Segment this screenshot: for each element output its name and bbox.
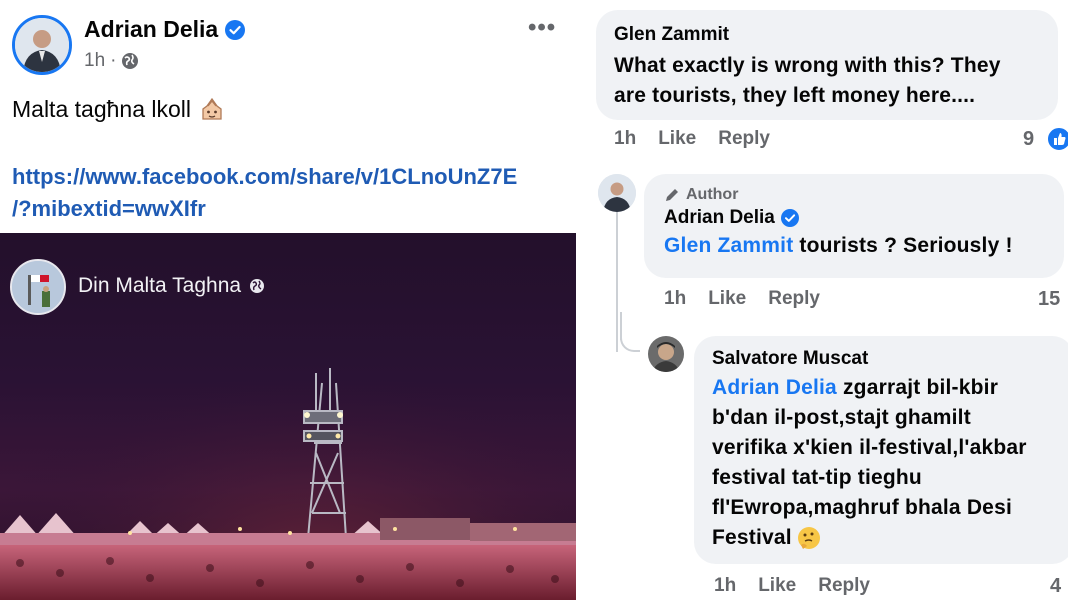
reply-avatar[interactable] [648, 336, 684, 372]
reply-author-label[interactable]: Adrian Delia [664, 207, 775, 229]
shared-page-label[interactable]: Din Malta Taghna [78, 274, 241, 298]
like-button[interactable]: Like [758, 575, 796, 597]
reply-bubble[interactable]: Author Adrian Delia Glen Zammit tourists… [644, 174, 1064, 278]
post-author-label[interactable]: Adrian Delia [84, 16, 218, 43]
reply-text-line: zgarrajt bil-kbir [836, 376, 999, 399]
post-author-name[interactable]: Adrian Delia [84, 16, 246, 43]
reply-button[interactable]: Reply [718, 128, 770, 150]
reply-text-line: fl'Ewropa,maghruf bhala Desi [712, 496, 1012, 519]
emoji-icon [202, 97, 222, 120]
comment-text: What exactly is wrong with this? They ar… [614, 51, 1054, 111]
reply-time[interactable]: 1h [714, 575, 736, 597]
comment-actions: 1h Like Reply [614, 128, 770, 150]
globe-icon [122, 53, 139, 69]
reply-text: Adrian Delia zgarrajt bil-kbir b'dan il-… [712, 373, 1068, 553]
post-time[interactable]: 1h [84, 50, 105, 72]
reply-text-line: festival tat-tip tieghu [712, 466, 922, 489]
thread-line [616, 212, 618, 352]
reply-actions: 1h Like Reply [714, 575, 870, 597]
reply-actions: 1h Like Reply [664, 288, 820, 310]
author-badge-label: Author [686, 186, 739, 203]
like-reaction-icon [1046, 126, 1068, 152]
post-link-line1[interactable]: https://www.facebook.com/share/v/1CLnoUn… [12, 161, 572, 193]
verified-badge-icon [780, 209, 799, 227]
comment-text-line: are tourists, they left money here.... [614, 84, 976, 107]
post-meta: 1h · [84, 50, 139, 72]
more-options-icon[interactable]: ••• [528, 14, 556, 42]
like-button[interactable]: Like [708, 288, 746, 310]
mention-link[interactable]: Glen Zammit [664, 234, 793, 257]
post-link-line2[interactable]: /?mibextid=wwXIfr [12, 193, 572, 225]
reply-avatar[interactable] [598, 174, 636, 212]
reply-button[interactable]: Reply [818, 575, 870, 597]
comment-time[interactable]: 1h [614, 128, 636, 150]
shared-page-name[interactable]: Din Malta Taghna [78, 274, 265, 298]
post-text-content: Malta tagħna lkoll [12, 96, 191, 122]
post-panel: Adrian Delia 1h · ••• Malta tagħna lkoll… [0, 0, 576, 600]
reply-time[interactable]: 1h [664, 288, 686, 310]
reply-text-content: tourists ? Seriously ! [793, 234, 1013, 257]
mention-link[interactable]: Adrian Delia [712, 376, 837, 399]
thread-connector [620, 320, 640, 352]
reply-text-line: Festival [712, 526, 792, 549]
reply-author[interactable]: Salvatore Muscat [712, 348, 868, 370]
reply-text-line: verifika x'kien il-festival,l'akbar [712, 436, 1027, 459]
pen-icon [666, 189, 678, 201]
shared-page-avatar[interactable] [10, 259, 66, 315]
meta-separator: · [110, 50, 117, 71]
comment-text-line: What exactly is wrong with this? They [614, 54, 1001, 77]
author-avatar[interactable] [12, 15, 72, 75]
author-badge: Author [664, 186, 1013, 204]
like-button[interactable]: Like [658, 128, 696, 150]
thinking-emoji-icon [797, 527, 820, 549]
reaction-count[interactable]: 15 [1038, 288, 1060, 311]
reply-author[interactable]: Adrian Delia [664, 207, 1013, 229]
comments-panel: Glen Zammit What exactly is wrong with t… [578, 0, 1068, 600]
reaction-count[interactable]: 4 [1050, 575, 1061, 598]
comment-bubble[interactable]: Glen Zammit What exactly is wrong with t… [596, 10, 1058, 120]
post-text: Malta tagħna lkoll [12, 96, 225, 123]
verified-badge-icon [225, 19, 246, 40]
reply-text: Glen Zammit tourists ? Seriously ! [664, 231, 1013, 261]
shared-video-media[interactable]: Din Malta Taghna [0, 233, 576, 600]
comment-author[interactable]: Glen Zammit [614, 24, 729, 46]
reply-text-line: b'dan il-post,stajt ghamilt [712, 406, 971, 429]
reply-button[interactable]: Reply [768, 288, 820, 310]
reaction-count[interactable]: 9 [1023, 128, 1034, 151]
post-link[interactable]: https://www.facebook.com/share/v/1CLnoUn… [12, 161, 572, 225]
reply-bubble[interactable]: Salvatore Muscat Adrian Delia zgarrajt b… [694, 336, 1068, 564]
globe-icon [250, 279, 265, 293]
